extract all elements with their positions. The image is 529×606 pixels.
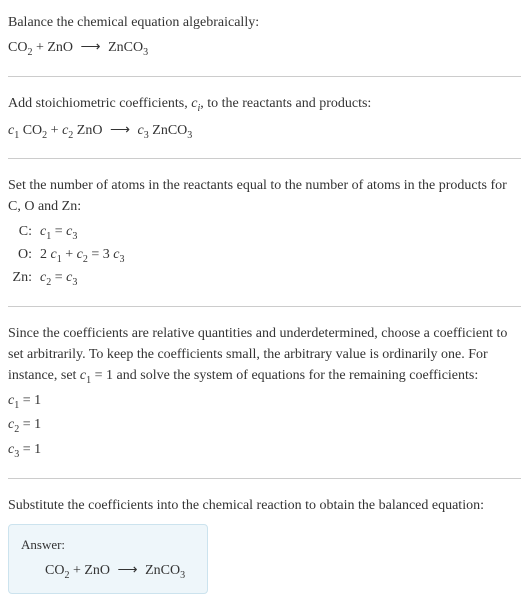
step2-section: Set the number of atoms in the reactants… xyxy=(8,171,521,293)
answer-box: Answer: CO2 + ZnO ⟶ ZnCO3 xyxy=(8,524,208,594)
atom-equation: c1 = c3 xyxy=(36,221,77,244)
intro-instruction: Balance the chemical equation algebraica… xyxy=(8,12,521,33)
divider xyxy=(8,76,521,77)
atom-equation: c2 = c3 xyxy=(36,267,77,290)
intro-equation: CO2 + ZnO ⟶ ZnCO3 xyxy=(8,37,521,60)
atom-row: O: 2 c1 + c2 = 3 c3 xyxy=(12,244,521,267)
step2-text: Set the number of atoms in the reactants… xyxy=(8,175,521,217)
step1-equation: c1 CO2 + c2 ZnO ⟶ c3 ZnCO3 xyxy=(8,120,521,143)
step3-text: Since the coefficients are relative quan… xyxy=(8,323,521,388)
atom-row: Zn: c2 = c3 xyxy=(12,267,521,290)
intro-section: Balance the chemical equation algebraica… xyxy=(8,8,521,64)
step4-section: Substitute the coefficients into the che… xyxy=(8,491,521,598)
atom-label: O: xyxy=(12,244,36,267)
coeff-line: c2 = 1 xyxy=(8,414,521,437)
divider xyxy=(8,158,521,159)
atom-label: Zn: xyxy=(12,267,36,290)
step4-text: Substitute the coefficients into the che… xyxy=(8,495,521,516)
atom-row: C: c1 = c3 xyxy=(12,221,521,244)
step1-section: Add stoichiometric coefficients, ci, to … xyxy=(8,89,521,147)
coeff-line: c1 = 1 xyxy=(8,390,521,413)
divider xyxy=(8,306,521,307)
atom-equation: 2 c1 + c2 = 3 c3 xyxy=(36,244,124,267)
coeff-line: c3 = 1 xyxy=(8,439,521,462)
atom-label: C: xyxy=(12,221,36,244)
answer-equation: CO2 + ZnO ⟶ ZnCO3 xyxy=(21,554,195,583)
step1-text: Add stoichiometric coefficients, ci, to … xyxy=(8,93,521,116)
divider xyxy=(8,478,521,479)
answer-label: Answer: xyxy=(21,535,195,555)
atom-table: C: c1 = c3 O: 2 c1 + c2 = 3 c3 Zn: c2 = … xyxy=(12,221,521,289)
step3-section: Since the coefficients are relative quan… xyxy=(8,319,521,466)
